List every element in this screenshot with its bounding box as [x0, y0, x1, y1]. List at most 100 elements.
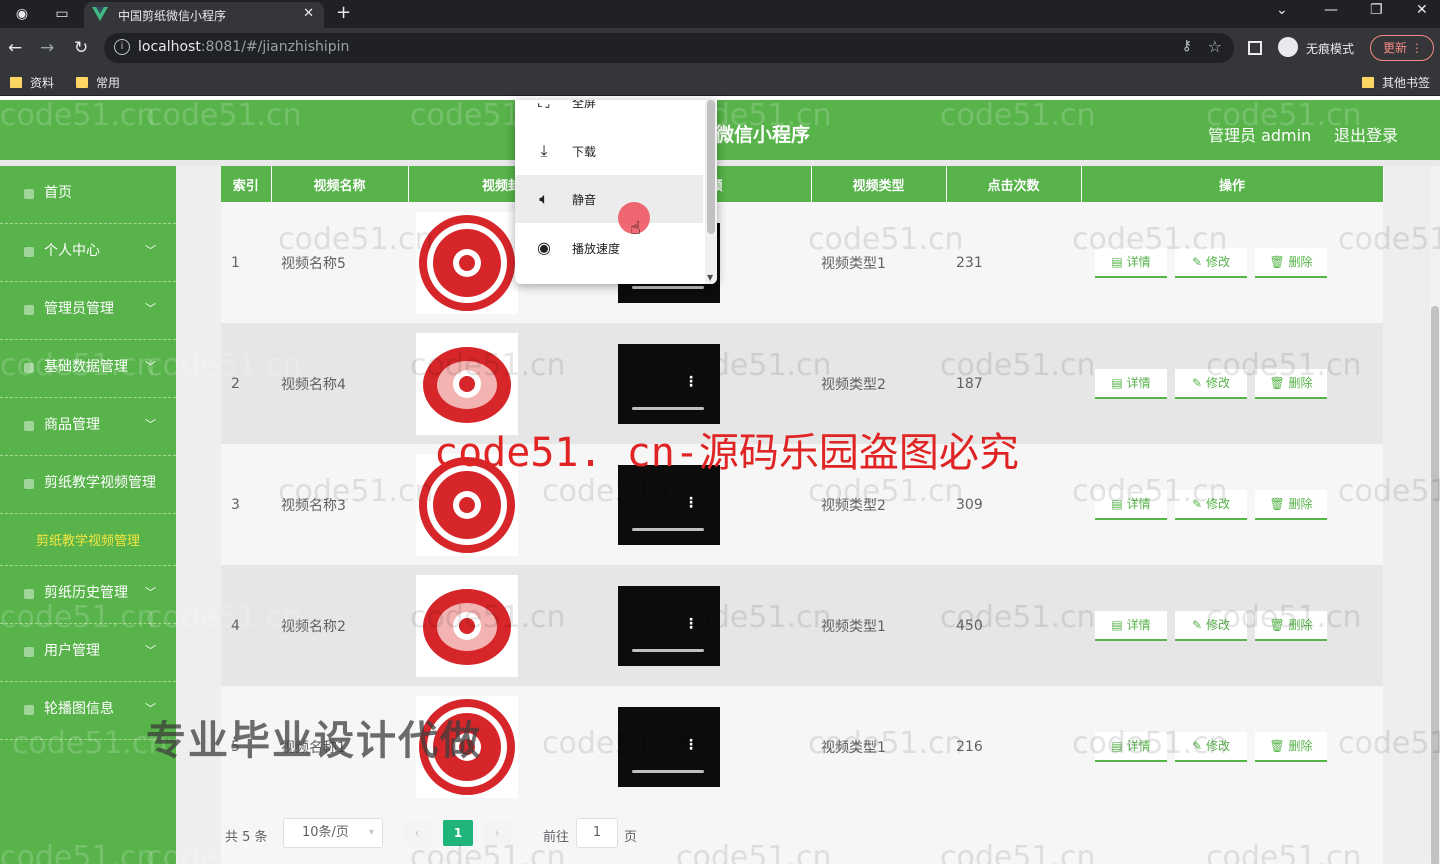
cover-thumbnail[interactable]: [416, 695, 518, 798]
app-title: 微信小程序: [715, 124, 811, 146]
edit-button[interactable]: ✎ 修改: [1175, 489, 1247, 520]
scrollbar-thumb[interactable]: [1431, 306, 1439, 864]
side-panel-icon[interactable]: [1248, 41, 1262, 55]
browser-tab[interactable]: 中国剪纸微信小程序 ✕: [84, 2, 324, 28]
detail-icon: ▤: [1111, 617, 1123, 632]
edit-button[interactable]: ✎ 修改: [1175, 610, 1247, 641]
update-button[interactable]: 更新 ⋮: [1370, 35, 1434, 61]
detail-button[interactable]: ▤ 详情: [1095, 489, 1167, 520]
forward-icon[interactable]: →: [40, 38, 54, 58]
app-header: 微信小程序 管理员 admin 退出登录: [0, 100, 1440, 160]
more-vert-icon[interactable]: ⋮: [684, 495, 698, 511]
delete-button[interactable]: 🗑︎ 删除: [1255, 368, 1327, 399]
detail-button[interactable]: ▤ 详情: [1095, 610, 1167, 641]
restore-icon[interactable]: ❐: [1370, 2, 1383, 18]
detail-button[interactable]: ▤ 详情: [1095, 731, 1167, 762]
sidebar-item-base-data[interactable]: 基础数据管理 ﹀: [0, 340, 176, 398]
sidebar-item-users[interactable]: 用户管理 ﹀: [0, 624, 176, 682]
detail-label: 详情: [1126, 496, 1151, 511]
cell-cover: [408, 686, 608, 807]
goto-page-input[interactable]: 1: [576, 818, 618, 848]
cover-thumbnail[interactable]: [416, 332, 518, 435]
video-progress-bar[interactable]: [632, 285, 704, 289]
table-row: 2 视频名称4 ⋮ 视频类型2 187 ▤ 详情 ✎ 修改 🗑︎ 删除: [221, 323, 1383, 444]
video-progress-bar[interactable]: [632, 527, 704, 531]
edit-button[interactable]: ✎ 修改: [1175, 368, 1247, 399]
video-player[interactable]: ⋮: [618, 706, 720, 787]
bookmark-folder-changyong[interactable]: 常用: [76, 74, 120, 91]
tab-list-icon[interactable]: ▭: [52, 4, 72, 24]
minimize-icon[interactable]: —: [1324, 2, 1338, 18]
window-close-icon[interactable]: ✕: [1416, 2, 1428, 18]
ctx-item-speed[interactable]: ◉ 播放速度: [515, 224, 703, 272]
ctx-item-mute[interactable]: 🔈︎ 静音: [515, 175, 703, 223]
video-progress-bar[interactable]: [632, 406, 704, 410]
page-size-select[interactable]: 10条/页 ▾: [283, 818, 383, 848]
cell-name: 视频名称4: [271, 323, 408, 444]
ctx-item-fullscreen[interactable]: ⛶ 全屏: [515, 100, 703, 126]
detail-button[interactable]: ▤ 详情: [1095, 247, 1167, 278]
sidebar-item-videos[interactable]: 剪纸教学视频管理: [0, 456, 176, 514]
bookmark-star-icon[interactable]: ☆: [1208, 37, 1222, 56]
sidebar-item-label: 轮播图信息: [44, 701, 114, 717]
delete-button[interactable]: 🗑︎ 删除: [1255, 247, 1327, 278]
edit-label: 修改: [1205, 617, 1230, 632]
tab-close-icon[interactable]: ✕: [303, 6, 314, 21]
address-toolbar: ← → ↻ i localhost:8081/#/jianzhishipin ⚷…: [0, 28, 1440, 68]
scroll-down-icon[interactable]: ▼: [707, 273, 713, 282]
edit-button[interactable]: ✎ 修改: [1175, 731, 1247, 762]
video-player[interactable]: ⋮: [618, 585, 720, 666]
edit-button[interactable]: ✎ 修改: [1175, 247, 1247, 278]
sidebar-item-profile[interactable]: 个人中心 ﹀: [0, 224, 176, 282]
video-progress-bar[interactable]: [632, 769, 704, 773]
prev-page-button[interactable]: ‹: [403, 820, 431, 846]
sidebar-item-home[interactable]: 首页: [0, 166, 176, 224]
delete-button[interactable]: 🗑︎ 删除: [1255, 610, 1327, 641]
cover-thumbnail[interactable]: [416, 574, 518, 677]
delete-button[interactable]: 🗑︎ 删除: [1255, 731, 1327, 762]
new-tab-icon[interactable]: +: [336, 2, 351, 23]
edit-icon: ✎: [1192, 496, 1203, 511]
fullscreen-icon: ⛶: [538, 100, 550, 111]
paper-cut-image: [416, 574, 518, 677]
ctx-item-download[interactable]: ⤓ 下载: [515, 127, 703, 175]
more-vert-icon[interactable]: ⋮: [684, 616, 698, 632]
chevron-down-icon: ﹀: [145, 302, 156, 315]
cover-thumbnail[interactable]: [416, 211, 518, 314]
incognito-label: 无痕模式: [1306, 42, 1355, 56]
paper-cut-image: [416, 695, 518, 798]
page-scrollbar[interactable]: [1430, 166, 1440, 864]
bookmark-folder-other[interactable]: 其他书签: [1362, 74, 1430, 91]
more-vert-icon[interactable]: ⋮: [684, 374, 698, 390]
sidebar-subitem-video-manage[interactable]: 剪纸教学视频管理: [0, 514, 176, 566]
video-player[interactable]: ⋮: [618, 343, 720, 424]
sidebar-item-carousel[interactable]: 轮播图信息 ﹀: [0, 682, 176, 740]
reload-icon[interactable]: ↻: [74, 38, 88, 58]
video-progress-bar[interactable]: [632, 648, 704, 652]
detail-label: 详情: [1126, 375, 1151, 390]
detail-icon: ▤: [1111, 375, 1123, 390]
site-info-icon[interactable]: i: [114, 39, 130, 55]
cell-name: 视频名称5: [271, 202, 408, 323]
chevron-down-icon: ﹀: [145, 244, 156, 257]
browser-menu-icon[interactable]: ◉: [12, 4, 32, 24]
bookmark-folder-ziliao[interactable]: 资料: [10, 74, 54, 91]
ctx-scrollbar-thumb[interactable]: [707, 100, 715, 234]
chevron-down-icon[interactable]: ⌄: [1276, 2, 1288, 18]
more-vert-icon[interactable]: ⋮: [684, 737, 698, 753]
delete-button[interactable]: 🗑︎ 删除: [1255, 489, 1327, 520]
logout-link[interactable]: 退出登录: [1334, 122, 1398, 146]
detail-button[interactable]: ▤ 详情: [1095, 368, 1167, 399]
sidebar-item-admins[interactable]: 管理员管理 ﹀: [0, 282, 176, 340]
sidebar-item-history[interactable]: 剪纸历史管理 ﹀: [0, 566, 176, 624]
table-row: 5 视频名称1 ⋮ 视频类型1 216 ▤ 详情 ✎ 修改 🗑︎ 删除: [221, 686, 1383, 807]
back-icon[interactable]: ←: [8, 38, 22, 58]
address-input[interactable]: i localhost:8081/#/jianzhishipin ⚷ ☆: [104, 33, 1234, 63]
password-key-icon[interactable]: ⚷: [1182, 38, 1192, 54]
cover-thumbnail[interactable]: [416, 453, 518, 556]
next-page-button[interactable]: ›: [483, 820, 511, 846]
sidebar-item-goods[interactable]: 商品管理 ﹀: [0, 398, 176, 456]
page-number-current[interactable]: 1: [443, 820, 473, 846]
ctx-scrollbar[interactable]: ▼: [705, 100, 717, 284]
video-player[interactable]: ⋮: [618, 464, 720, 545]
